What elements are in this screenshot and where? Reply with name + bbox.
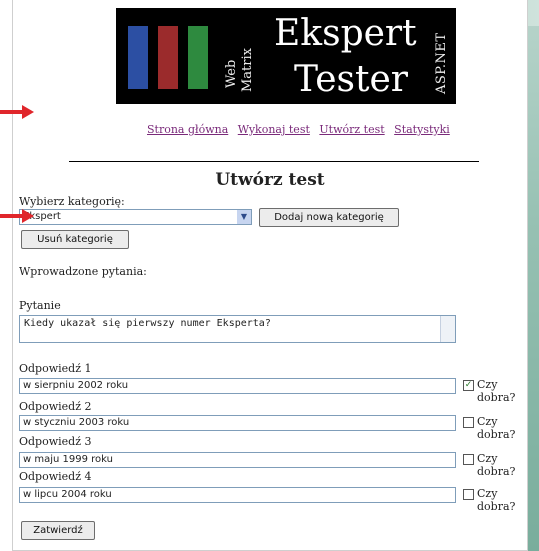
submit-button[interactable]: Zatwierdź — [21, 521, 95, 540]
logo-matrix: Matrix — [240, 48, 255, 92]
page-title: Utwórz test — [215, 170, 325, 190]
logo-title-tester: Tester — [294, 59, 408, 100]
question-text: Kiedy ukazał się pierwszy numer Eksperta… — [24, 318, 271, 329]
question-textarea[interactable]: Kiedy ukazał się pierwszy numer Eksperta… — [19, 315, 456, 343]
answer-label-3: Odpowiedź 3 — [19, 435, 92, 448]
answer-correct-checkbox-2[interactable] — [463, 417, 474, 428]
remove-category-button[interactable]: Usuń kategorię — [21, 230, 129, 249]
category-select[interactable]: Ekspert ▼ — [19, 209, 252, 225]
logo-bar-blue — [128, 26, 148, 89]
question-label: Pytanie — [19, 299, 61, 312]
logo-web: Web — [224, 59, 239, 88]
nav-link-create-test[interactable]: Utwórz test — [319, 123, 384, 136]
answer-correct-label-2: Czy dobra? — [477, 415, 516, 441]
answer-input-1[interactable]: w sierpniu 2002 roku — [19, 378, 456, 394]
answer-correct-label-4: Czy dobra? — [477, 487, 516, 513]
answer-correct-label-1: Czy dobra? — [477, 378, 516, 404]
answer-input-2[interactable]: w styczniu 2003 roku — [19, 415, 456, 431]
answer-correct-checkbox-4[interactable] — [463, 489, 474, 500]
chevron-down-icon[interactable]: ▼ — [237, 210, 251, 224]
add-category-button[interactable]: Dodaj nową kategorię — [259, 208, 399, 227]
logo-bar-green — [188, 26, 208, 89]
nav-link-home[interactable]: Strona główna — [147, 123, 228, 136]
red-arrow-icon — [0, 209, 34, 223]
category-label: Wybierz kategorię: — [19, 195, 125, 208]
answer-correct-checkbox-1[interactable]: ✓ — [463, 380, 474, 391]
logo-banner: Web Matrix Ekspert Tester ASP.NET — [116, 8, 456, 104]
nav-link-statistics[interactable]: Statystyki — [394, 123, 450, 136]
logo-title-ekspert: Ekspert — [274, 13, 417, 54]
divider — [69, 161, 479, 162]
nav-link-take-test[interactable]: Wykonaj test — [238, 123, 310, 136]
answer-label-2: Odpowiedź 2 — [19, 400, 92, 413]
logo-aspnet: ASP.NET — [434, 32, 449, 94]
textarea-scrollbar[interactable] — [440, 316, 455, 342]
main-nav: Strona główna Wykonaj test Utwórz test S… — [147, 123, 456, 136]
answer-correct-checkbox-3[interactable] — [463, 454, 474, 465]
answer-correct-label-3: Czy dobra? — [477, 452, 516, 478]
answer-input-3[interactable]: w maju 1999 roku — [19, 452, 456, 468]
page: Web Matrix Ekspert Tester ASP.NET Strona… — [12, 0, 528, 551]
answer-label-4: Odpowiedź 4 — [19, 470, 92, 483]
red-arrow-icon — [0, 105, 34, 119]
logo-bar-red — [158, 26, 178, 89]
answer-input-4[interactable]: w lipcu 2004 roku — [19, 487, 456, 503]
answer-label-1: Odpowiedź 1 — [19, 362, 92, 375]
entered-questions-label: Wprowadzone pytania: — [19, 265, 147, 278]
